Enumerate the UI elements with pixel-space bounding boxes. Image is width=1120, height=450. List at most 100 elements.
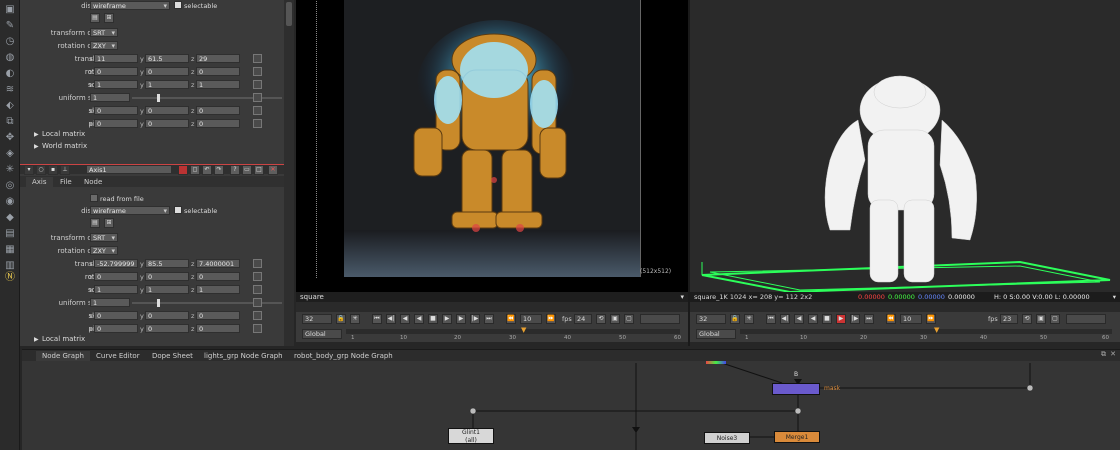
- asterisk-icon[interactable]: ✳: [744, 314, 754, 324]
- rotate-y-field[interactable]: 0: [145, 67, 189, 76]
- deep-icon[interactable]: ◎: [4, 180, 16, 192]
- last-frame-icon[interactable]: ⏭: [484, 314, 494, 324]
- timeline-track[interactable]: [740, 329, 1112, 334]
- draw-icon[interactable]: ✎: [4, 20, 16, 32]
- tab-lights-grp-node-graph[interactable]: lights_grp Node Graph: [198, 351, 289, 361]
- merge-node[interactable]: Merge1: [774, 431, 820, 443]
- local-matrix-section[interactable]: Local matrix: [42, 335, 85, 343]
- time-icon[interactable]: ◷: [4, 36, 16, 48]
- prev-frame-icon[interactable]: ◀: [400, 314, 410, 324]
- noise-node[interactable]: Noise3: [704, 432, 750, 444]
- prev-keyframe-icon[interactable]: ◀|: [386, 314, 396, 324]
- transform-icon[interactable]: ✥: [4, 132, 16, 144]
- float-panel-icon[interactable]: ▭: [242, 165, 252, 175]
- folder-icon[interactable]: ▤: [90, 13, 100, 23]
- compare-icon[interactable]: ▣: [610, 314, 620, 324]
- loop-icon[interactable]: ⟲: [1022, 314, 1032, 324]
- collapse-icon[interactable]: ▾: [24, 165, 34, 175]
- skew-z-field[interactable]: 0: [196, 311, 240, 320]
- filter-icon[interactable]: ≋: [4, 84, 16, 96]
- display-dropdown[interactable]: wireframe: [90, 1, 170, 11]
- views-icon[interactable]: ◉: [4, 196, 16, 208]
- rotate-z-field[interactable]: 0: [196, 67, 240, 76]
- tab-node[interactable]: Node: [78, 177, 108, 187]
- increment-field[interactable]: 10: [900, 314, 922, 324]
- rotate-x-field[interactable]: 0: [94, 272, 138, 281]
- animation-menu-icon[interactable]: [253, 106, 262, 115]
- animation-menu-icon[interactable]: [253, 93, 262, 102]
- rotate-x-field[interactable]: 0: [94, 67, 138, 76]
- slider-knob[interactable]: [157, 94, 160, 102]
- transform-order-dropdown[interactable]: SRT: [90, 233, 118, 243]
- keyer-icon[interactable]: ⬖: [4, 100, 16, 112]
- skip-back-icon[interactable]: ⏪: [886, 314, 896, 324]
- animation-menu-icon[interactable]: [253, 298, 262, 307]
- frame-field[interactable]: 32: [696, 314, 726, 324]
- snap-icon[interactable]: ⊞: [104, 218, 114, 228]
- viewer-slider-field[interactable]: [1066, 314, 1106, 324]
- viewer-left[interactable]: (512x512): [296, 0, 688, 292]
- help-icon[interactable]: ?: [230, 165, 240, 175]
- stop-icon[interactable]: ■: [822, 314, 832, 324]
- flipbook-icon[interactable]: ▢: [624, 314, 634, 324]
- frame-field[interactable]: 32: [302, 314, 332, 324]
- translate-y-field[interactable]: 85.5: [145, 259, 189, 268]
- read-from-file-checkbox[interactable]: [90, 194, 98, 202]
- uniform-scale-field[interactable]: 1: [90, 93, 130, 102]
- translate-y-field[interactable]: 61.5: [145, 54, 189, 63]
- first-frame-icon[interactable]: ⏮: [766, 314, 776, 324]
- scale-x-field[interactable]: 1: [94, 285, 138, 294]
- skew-x-field[interactable]: 0: [94, 106, 138, 115]
- flipbook-icon[interactable]: ▢: [1050, 314, 1060, 324]
- node-name-field[interactable]: Axis1: [86, 165, 172, 174]
- animation-menu-icon[interactable]: [253, 311, 262, 320]
- fps-field[interactable]: 23: [1000, 314, 1018, 324]
- translate-x-field[interactable]: -52.799999: [94, 259, 138, 268]
- scale-x-field[interactable]: 1: [94, 80, 138, 89]
- scale-z-field[interactable]: 1: [196, 80, 240, 89]
- record-icon[interactable]: ▶: [836, 314, 846, 324]
- display-dropdown[interactable]: wireframe: [90, 206, 170, 216]
- scale-y-field[interactable]: 1: [145, 80, 189, 89]
- toolsets-icon[interactable]: ▤: [4, 228, 16, 240]
- glint-node[interactable]: Glint1 (all): [448, 428, 494, 444]
- redo-icon[interactable]: ↷: [214, 165, 224, 175]
- nuke-logo-icon[interactable]: Ⓝ: [4, 272, 16, 284]
- slider-knob[interactable]: [157, 299, 160, 307]
- translate-x-field[interactable]: 11: [94, 54, 138, 63]
- properties-scrollbar[interactable]: [284, 0, 294, 346]
- pivot-x-field[interactable]: 0: [94, 324, 138, 333]
- animation-menu-icon[interactable]: [253, 324, 262, 333]
- skew-x-field[interactable]: 0: [94, 311, 138, 320]
- tab-curve-editor[interactable]: Curve Editor: [90, 351, 146, 361]
- skip-forward-icon[interactable]: ⏩: [546, 314, 556, 324]
- hide-icon[interactable]: ◻: [190, 165, 200, 175]
- skip-forward-icon[interactable]: ⏩: [926, 314, 936, 324]
- 3d-icon[interactable]: ◈: [4, 148, 16, 160]
- float-icon[interactable]: ○: [36, 165, 46, 175]
- image-icon[interactable]: ▣: [4, 4, 16, 16]
- range-mode-dropdown[interactable]: Global: [696, 329, 736, 339]
- asterisk-icon[interactable]: ✳: [350, 314, 360, 324]
- range-mode-dropdown[interactable]: Global: [302, 329, 342, 339]
- tab-robot-body-grp-node-graph[interactable]: robot_body_grp Node Graph: [288, 351, 399, 361]
- animation-menu-icon[interactable]: [253, 285, 262, 294]
- transform-order-dropdown[interactable]: SRT: [90, 28, 118, 38]
- color-icon[interactable]: ◐: [4, 68, 16, 80]
- skew-y-field[interactable]: 0: [145, 311, 189, 320]
- pivot-y-field[interactable]: 0: [145, 324, 189, 333]
- animation-menu-icon[interactable]: [253, 67, 262, 76]
- animation-menu-icon[interactable]: [253, 259, 262, 268]
- prev-frame-icon[interactable]: ◀: [794, 314, 804, 324]
- increment-field[interactable]: 10: [520, 314, 542, 324]
- float-panel-icon[interactable]: ⧉: [1101, 350, 1106, 359]
- channel-icon[interactable]: ◍: [4, 52, 16, 64]
- scale-y-field[interactable]: 1: [145, 285, 189, 294]
- rotate-z-field[interactable]: 0: [196, 272, 240, 281]
- stop-icon[interactable]: ■: [428, 314, 438, 324]
- last-frame-icon[interactable]: ⏭: [864, 314, 874, 324]
- viewer-slider-field[interactable]: [640, 314, 680, 324]
- metadata-icon[interactable]: ◆: [4, 212, 16, 224]
- uniform-scale-field[interactable]: 1: [90, 298, 130, 307]
- viewer-left-timeline[interactable]: Global ▼ 1 10 20 30 40 50 60: [296, 326, 688, 342]
